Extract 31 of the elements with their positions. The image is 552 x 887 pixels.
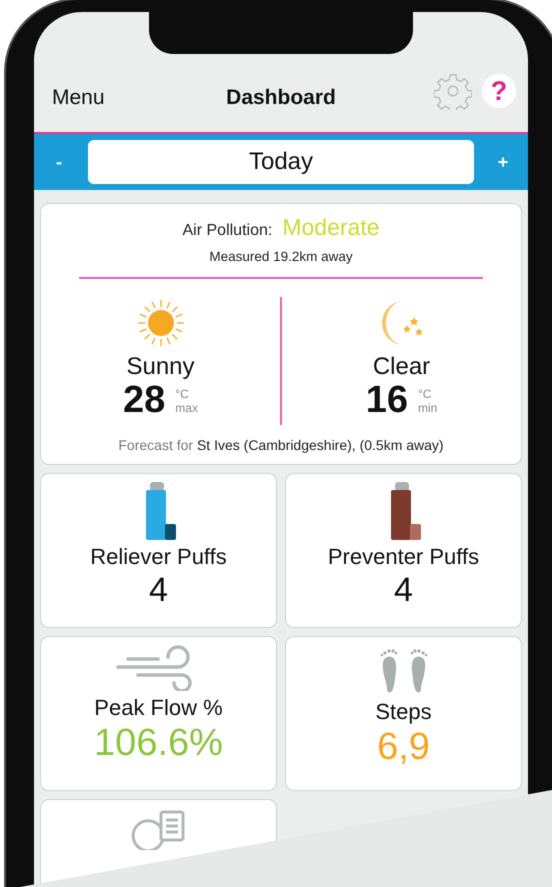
tile-label: Preventer Puffs: [328, 544, 480, 570]
tile-label: Steps: [375, 699, 432, 725]
dashboard-tile[interactable]: Steps 6,9: [285, 636, 522, 791]
menu-button[interactable]: Menu: [52, 86, 105, 110]
dashboard-tile[interactable]: Peak Flow % 106.6%: [40, 636, 277, 791]
temperature-unit: °C: [175, 386, 190, 401]
page-title: Dashboard: [225, 86, 337, 110]
temperature: 16: [366, 381, 408, 421]
tile-value: 6,9: [377, 725, 430, 770]
tile-label: Reliever Puffs: [90, 544, 227, 570]
weather-condition: Clear: [372, 353, 430, 381]
dashboard-tile[interactable]: Preventer Puffs 4: [285, 473, 522, 628]
tile-label: Peak Flow %: [94, 695, 223, 721]
dashboard-tile[interactable]: Reliever Puffs 4: [40, 473, 277, 628]
forecast-text: Forecast for St Ives (Cambridgeshire), (0.5km away): [118, 437, 444, 453]
settings-icon[interactable]: [434, 72, 472, 110]
tile-value: 4: [394, 570, 413, 611]
date-field[interactable]: Today: [88, 140, 474, 184]
help-button[interactable]: ?: [482, 74, 516, 108]
sun-icon: [136, 299, 184, 347]
temperature-unit: °C: [418, 386, 432, 401]
tile-value: 106.6%: [94, 721, 223, 766]
measured-distance: Measured 19.2km away: [209, 249, 353, 264]
weather-condition: Sunny: [126, 353, 195, 381]
clock-clipboard-icon: [130, 808, 186, 850]
tile-value: 4: [149, 570, 168, 611]
temperature-qualifier: min: [418, 400, 438, 416]
air-pollution-label: Air Pollution:: [182, 222, 272, 240]
air-pollution-level: Moderate: [282, 214, 380, 241]
temperature-qualifier: max: [175, 400, 198, 416]
temperature: 28: [123, 381, 166, 421]
